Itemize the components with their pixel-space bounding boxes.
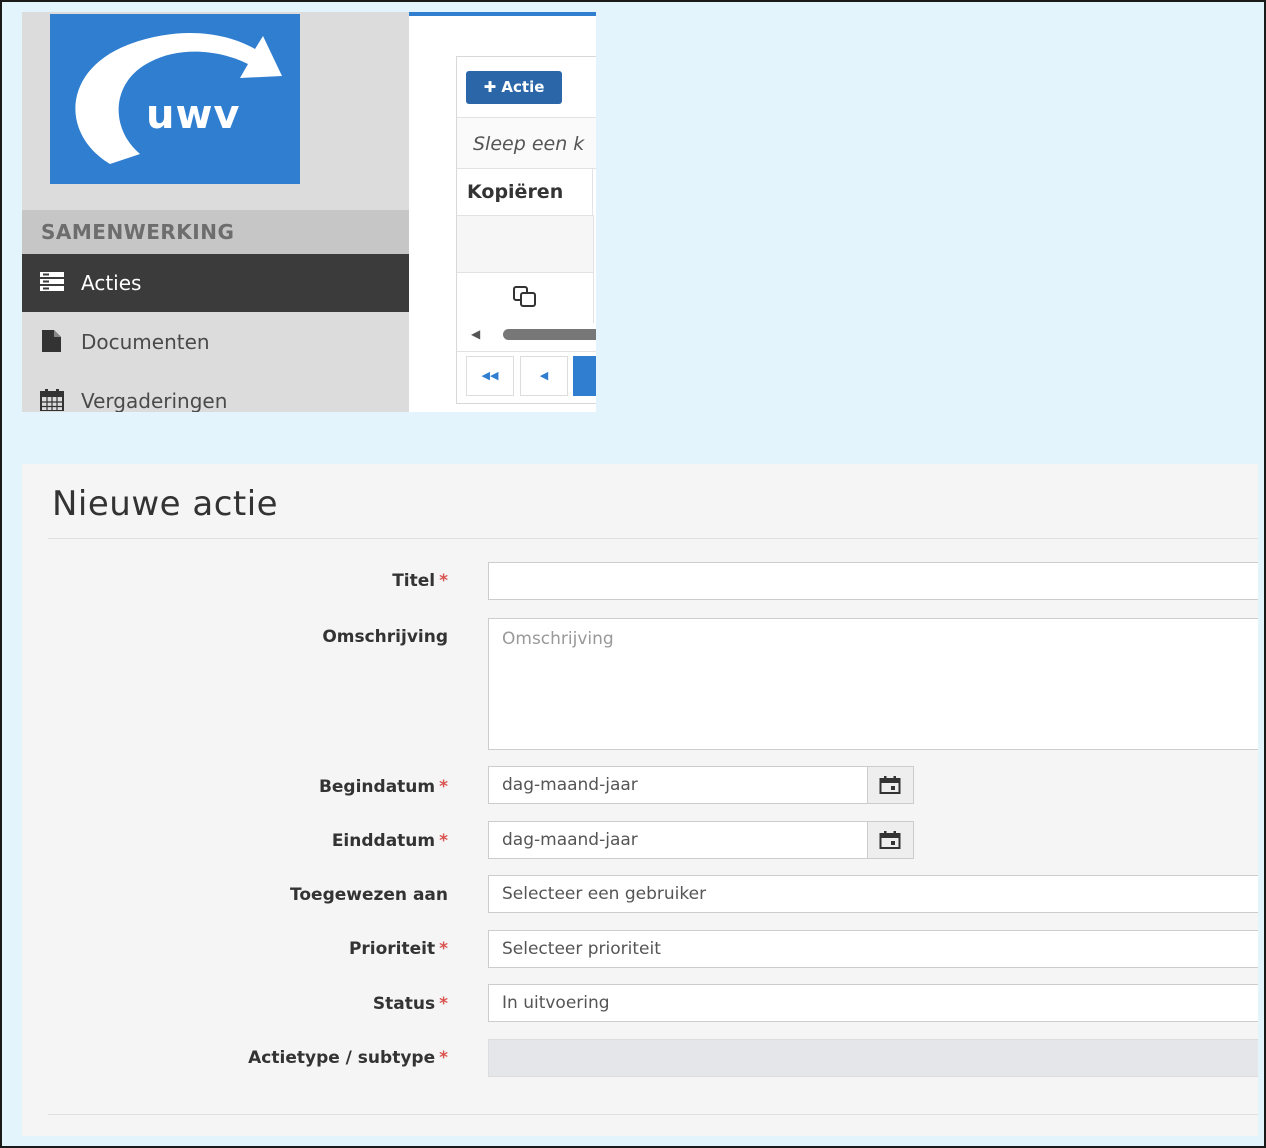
actietype-select-disabled xyxy=(488,1039,1258,1077)
required-marker: * xyxy=(439,777,448,797)
omschrijving-label: Omschrijving xyxy=(322,627,448,647)
copy-icon[interactable] xyxy=(511,286,539,308)
status-label-text: Status xyxy=(372,994,436,1014)
sidebar-item-vergaderingen[interactable]: Vergaderingen xyxy=(22,372,409,412)
document-icon xyxy=(42,330,61,352)
group-drag-hint: Sleep een k xyxy=(457,117,596,169)
einddatum-label-text: Einddatum xyxy=(331,831,436,851)
scrollbar-thumb[interactable] xyxy=(503,329,596,340)
einddatum-calendar-button[interactable] xyxy=(868,821,914,859)
required-marker: * xyxy=(439,939,448,959)
calendar-icon xyxy=(879,831,901,849)
toegewezen-select[interactable] xyxy=(488,875,1258,913)
actions-grid: ✚ Actie Sleep een k Kopiëren ◀ ◀◀ ◀ xyxy=(456,56,596,404)
form-title: Nieuwe actie xyxy=(52,484,279,524)
scroll-left-icon[interactable]: ◀ xyxy=(471,327,480,341)
required-marker: * xyxy=(439,1048,448,1068)
horizontal-scrollbar[interactable]: ◀ xyxy=(471,325,596,343)
status-label: Status * xyxy=(373,994,448,1014)
list-icon xyxy=(40,272,64,291)
required-marker: * xyxy=(439,994,448,1014)
divider xyxy=(48,1114,1258,1115)
column-filter-cell xyxy=(457,215,594,273)
column-header-kopieren[interactable]: Kopiëren xyxy=(457,169,593,215)
header-accent-bar xyxy=(409,12,596,16)
einddatum-label: Einddatum * xyxy=(332,831,448,851)
app-preview: uwv SAMENWERKING Acties Documenten Verga… xyxy=(22,12,596,412)
divider xyxy=(48,538,1258,539)
sidebar-item-label: Acties xyxy=(81,271,142,295)
actions-grid-area: ✚ Actie Sleep een k Kopiëren ◀ ◀◀ ◀ xyxy=(409,12,596,412)
toegewezen-label: Toegewezen aan xyxy=(290,885,448,905)
begindatum-label: Begindatum * xyxy=(319,777,448,797)
titel-label-text: Titel xyxy=(392,571,436,591)
begindatum-input[interactable] xyxy=(488,766,868,804)
sidebar-item-label: Documenten xyxy=(81,330,210,354)
actietype-label: Actietype / subtype * xyxy=(248,1048,448,1068)
begindatum-label-text: Begindatum xyxy=(318,777,436,797)
sidebar-item-label: Vergaderingen xyxy=(81,389,228,412)
status-select[interactable] xyxy=(488,984,1258,1022)
begindatum-calendar-button[interactable] xyxy=(868,766,914,804)
uwv-logo[interactable]: uwv xyxy=(50,14,300,184)
required-marker: * xyxy=(439,571,448,591)
calendar-icon xyxy=(879,776,901,794)
actietype-label-text: Actietype / subtype xyxy=(248,1048,436,1068)
new-action-form: Nieuwe actie Titel* Omschrijving Beginda… xyxy=(22,464,1258,1136)
required-marker: * xyxy=(439,831,448,851)
logo-text: uwv xyxy=(146,92,241,138)
table-row xyxy=(457,271,594,323)
sidebar-section-heading: SAMENWERKING xyxy=(22,210,409,254)
sidebar-item-acties[interactable]: Acties xyxy=(22,254,409,312)
pager: ◀◀ ◀ xyxy=(457,351,596,404)
prioriteit-label-text: Prioriteit xyxy=(348,939,436,959)
first-page-button[interactable]: ◀◀ xyxy=(466,356,514,396)
titel-label: Titel * xyxy=(392,571,448,591)
prioriteit-label: Prioriteit * xyxy=(349,939,448,959)
current-page-button[interactable] xyxy=(573,356,596,396)
add-actie-button[interactable]: ✚ Actie xyxy=(466,71,562,104)
previous-page-button[interactable]: ◀ xyxy=(520,356,568,396)
sidebar: uwv SAMENWERKING Acties Documenten Verga… xyxy=(22,12,409,412)
sidebar-item-documenten[interactable]: Documenten xyxy=(22,313,409,371)
omschrijving-textarea[interactable] xyxy=(488,618,1258,750)
calendar-icon xyxy=(40,389,64,411)
titel-input[interactable] xyxy=(488,562,1258,600)
einddatum-input[interactable] xyxy=(488,821,868,859)
prioriteit-select[interactable] xyxy=(488,930,1258,968)
